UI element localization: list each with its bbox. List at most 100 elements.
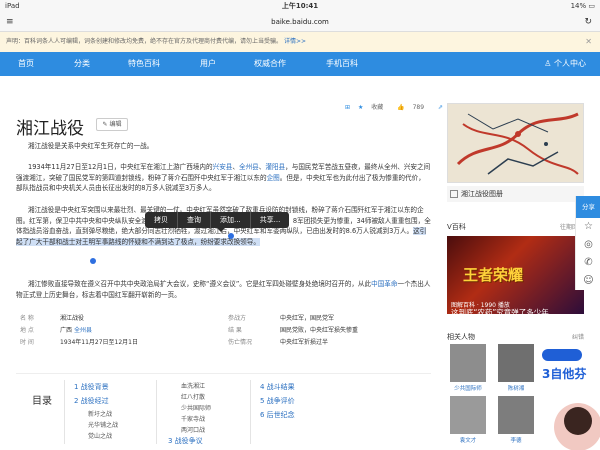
infobox-value: 湘江战役 <box>60 315 85 322</box>
nav-item-category[interactable]: 分类 <box>74 52 90 76</box>
infobox-row: 名 称 湘江战役 参战方 中央红军，国民党军 <box>16 313 431 324</box>
map-album-link[interactable]: 湘江战役图册 <box>447 186 584 202</box>
notice-text: 声明：百科词条人人可编辑，词条创建和修改均免费，绝不存在官方及代理商付费代编，请… <box>6 38 283 45</box>
user-center-label: 个人中心 <box>554 59 586 68</box>
video-caption[interactable]: 这到底“农药”究竟弹了多少年 <box>447 307 584 318</box>
paragraph-2: 1934年11月27日至12月1日，中央红军在湘江上游广西境内的兴安县、全州县、… <box>16 162 431 194</box>
text: 1934年11月27日至12月1日，中央红军在湘江上游广西境内的 <box>28 163 213 171</box>
floating-ad[interactable]: 3自他芬 <box>540 345 600 450</box>
link-qitu[interactable]: 企图 <box>267 174 280 182</box>
link-china-revolution[interactable]: 中国革命 <box>371 280 397 288</box>
nav-item-mobile[interactable]: 手机百科 <box>326 52 358 76</box>
person-photo[interactable] <box>498 344 534 382</box>
infobox-value: 广西 <box>60 327 73 334</box>
text: 、 <box>232 163 239 171</box>
related-people-header: 相关人物 纠错 <box>447 332 584 342</box>
clock: 上午10:41 <box>281 2 319 10</box>
toc-subitem[interactable]: 觉山之战 <box>88 431 112 440</box>
toc-item[interactable]: 1 战役背景 <box>74 382 109 392</box>
toc-item[interactable]: 6 后世纪念 <box>260 410 295 420</box>
infobox-value: 1934年11月27日至12月1日 <box>60 339 138 346</box>
toc-item[interactable]: 5 战争评价 <box>260 396 295 406</box>
video-title-art: 王者荣耀 <box>463 266 524 284</box>
table-of-contents: 目录 1 战役背景 2 战役经过 新圩之战 光华铺之战 觉山之战 血洗湘江 红八… <box>16 373 431 450</box>
user-center-link[interactable]: ♙ 个人中心 <box>544 52 586 76</box>
album-icon <box>450 190 458 198</box>
wechat-icon[interactable]: ✆ <box>576 254 600 272</box>
address-bar[interactable]: ≡ baike.baidu.com ↻ <box>0 12 600 32</box>
notice-details-link[interactable]: 详情>> <box>284 38 306 45</box>
pencil-icon: ✎ <box>102 121 108 128</box>
divider <box>64 380 65 444</box>
toc-subitem[interactable]: 光华铺之战 <box>88 420 118 429</box>
nav-item-users[interactable]: 用户 <box>200 52 216 76</box>
selection-end-handle[interactable] <box>90 258 96 264</box>
close-icon[interactable]: ✕ <box>585 32 592 52</box>
person-icon: ♙ <box>544 59 552 68</box>
qq-icon[interactable]: ☺ <box>576 272 600 290</box>
person-photo[interactable] <box>450 396 486 434</box>
toc-label: 目录 <box>32 396 52 407</box>
person-name[interactable]: 袁文才 <box>448 436 488 444</box>
text: 湘江惨败直接导致在遵义召开中共中央政治局扩大会议，史称“遵义会议”。它是红军四处… <box>28 280 372 288</box>
favorite-icon[interactable]: ☆ <box>576 218 600 236</box>
toc-subitem[interactable]: 血洗湘江 <box>181 381 205 390</box>
nav-item-partners[interactable]: 权威合作 <box>254 52 286 76</box>
thumb-up-icon: 👍 <box>397 104 405 111</box>
infobox-key: 参战方 <box>228 315 247 322</box>
toc-subitem[interactable]: 新圩之战 <box>88 409 112 418</box>
status-bar: iPad 上午10:41 14% ▭ <box>0 0 600 12</box>
toc-item[interactable]: 4 战斗结果 <box>260 382 295 392</box>
add-icon[interactable]: ⊞ <box>345 104 350 111</box>
weibo-icon[interactable]: ◎ <box>576 236 600 254</box>
paragraph-4: 湘江惨败直接导致在遵义召开中共中央政治局扩大会议，史称“遵义会议”。它是红军四处… <box>16 279 431 300</box>
share-button[interactable]: 分享 <box>576 196 600 218</box>
menu-item-copy[interactable]: 拷贝 <box>145 212 178 228</box>
correction-link[interactable]: 纠错 <box>572 332 584 341</box>
infobox-key: 结 果 <box>228 327 242 334</box>
ad-art <box>542 349 600 450</box>
menu-item-add[interactable]: 添加... <box>211 212 251 228</box>
main-nav: 首页 分类 特色百科 用户 权威合作 手机百科 ♙ 个人中心 <box>0 52 600 76</box>
person-name[interactable]: 李德 <box>496 436 536 444</box>
infobox-key: 伤亡情况 <box>228 339 253 346</box>
person-photo[interactable] <box>498 396 534 434</box>
share-icon: ⇗ <box>437 104 444 111</box>
menu-item-share[interactable]: 共享... <box>251 212 290 228</box>
map-caption: 湘江战役图册 <box>461 190 503 198</box>
toc-subitem[interactable]: 千家寺战 <box>181 414 205 423</box>
v-baike-title: V百科 <box>447 223 466 231</box>
infobox-key: 地 点 <box>20 327 34 334</box>
link-quanzhou[interactable]: 全州县 <box>74 325 92 334</box>
divider <box>250 380 251 444</box>
like-button[interactable]: 👍 789 <box>397 104 430 111</box>
reload-icon[interactable]: ↻ <box>584 12 592 32</box>
infobox-value: 国民党败，中央红军损失惨重 <box>280 327 359 334</box>
infobox-key: 时 间 <box>20 339 34 346</box>
nav-item-featured[interactable]: 特色百科 <box>128 52 160 76</box>
text-context-menu: 拷贝 查询 添加... 共享... <box>145 212 290 228</box>
paragraph-intro: 湘江战役是关系中央红军生死存亡的一战。 <box>28 142 154 150</box>
toc-subitem[interactable]: 少共国际师 <box>181 403 211 412</box>
toc-subitem[interactable]: 两河口战 <box>181 425 205 434</box>
edit-label: 编辑 <box>109 121 122 128</box>
nav-item-home[interactable]: 首页 <box>18 52 34 76</box>
link-xingan[interactable]: 兴安县 <box>213 163 233 171</box>
edit-button[interactable]: ✎ 编辑 <box>96 118 128 131</box>
person-name[interactable]: 少共国际师 <box>448 384 488 392</box>
share-sidebar: 分享 ☆ ◎ ✆ ☺ <box>575 196 600 290</box>
selection-start-handle[interactable] <box>228 233 234 239</box>
v-baike-header: V百科 往期回顾 <box>447 222 584 232</box>
menu-item-lookup[interactable]: 查询 <box>178 212 211 228</box>
related-people-title: 相关人物 <box>447 333 475 341</box>
person-name[interactable]: 陈树湘 <box>496 384 536 392</box>
link-guanyang[interactable]: 灌阳县 <box>265 163 285 171</box>
url-text[interactable]: baike.baidu.com <box>0 12 600 32</box>
person-photo[interactable] <box>450 344 486 382</box>
collect-button[interactable]: ★ 收藏 <box>358 104 389 111</box>
link-quanzhou[interactable]: 全州县 <box>239 163 259 171</box>
toc-subitem[interactable]: 红八打散 <box>181 392 205 401</box>
battle-map-image[interactable] <box>447 103 584 183</box>
toc-item[interactable]: 2 战役经过 <box>74 396 109 406</box>
toc-item[interactable]: 3 战役争议 <box>168 436 203 446</box>
